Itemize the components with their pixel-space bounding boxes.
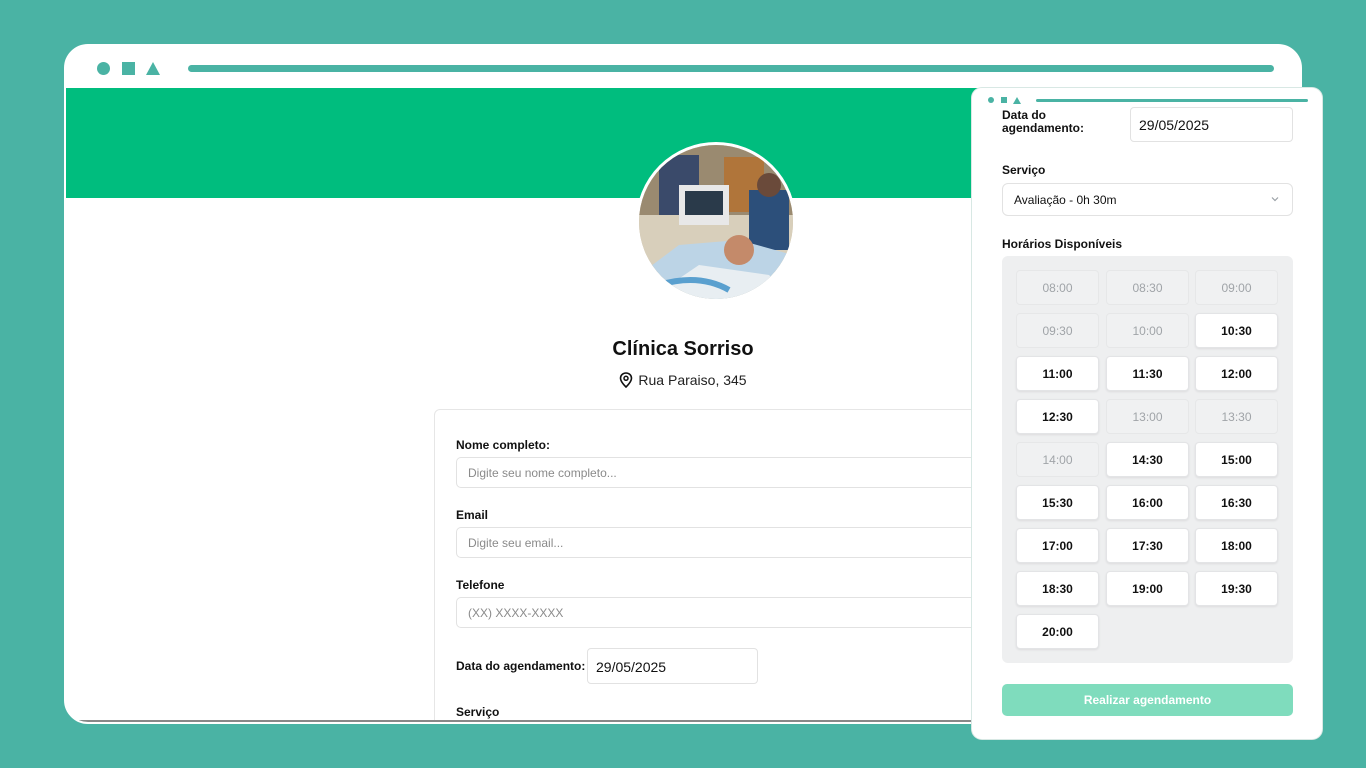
service-select[interactable]: Avaliação - 0h 30m <box>1002 183 1293 216</box>
square-icon <box>122 62 135 75</box>
email-label: Email <box>456 508 489 522</box>
time-slot-button[interactable]: 16:30 <box>1195 485 1278 520</box>
phone-label: Telefone <box>456 578 505 592</box>
circle-icon <box>97 62 110 75</box>
booking-panel-window: Data do agendamento: 29/05/2025 Serviço … <box>972 88 1322 739</box>
slots-label: Horários Disponíveis <box>1002 237 1123 251</box>
time-slot-button[interactable]: 12:30 <box>1016 399 1099 434</box>
date-label: Data do agendamento: <box>456 659 586 673</box>
panel-date-input[interactable]: 29/05/2025 <box>1130 107 1293 142</box>
circle-icon <box>988 97 994 103</box>
time-slot-button[interactable]: 15:30 <box>1016 485 1099 520</box>
triangle-icon <box>1013 97 1021 104</box>
chevron-down-icon <box>1270 193 1280 207</box>
location-pin-icon <box>619 372 633 391</box>
time-slot-button: 13:00 <box>1106 399 1189 434</box>
time-slot-button: 08:00 <box>1016 270 1099 305</box>
time-slot-button[interactable]: 18:30 <box>1016 571 1099 606</box>
time-slot-button[interactable]: 20:00 <box>1016 614 1099 649</box>
panel-service-label: Serviço <box>1002 163 1046 177</box>
time-slot-button[interactable]: 18:00 <box>1195 528 1278 563</box>
service-select-value: Avaliação - 0h 30m <box>1014 193 1117 207</box>
time-slot-button[interactable]: 12:00 <box>1195 356 1278 391</box>
panel-date-label: Data do agendamento: <box>1002 108 1085 135</box>
date-input[interactable]: 29/05/2025 <box>587 648 758 684</box>
time-slot-button: 13:30 <box>1195 399 1278 434</box>
name-label: Nome completo: <box>456 438 551 452</box>
email-input[interactable]: Digite seu email... <box>456 527 1016 558</box>
time-slot-button[interactable]: 19:00 <box>1106 571 1189 606</box>
phone-input[interactable]: (XX) XXXX-XXXX <box>456 597 1016 628</box>
time-slot-button: 09:00 <box>1195 270 1278 305</box>
time-slot-button: 10:00 <box>1106 313 1189 348</box>
time-slot-button[interactable]: 10:30 <box>1195 313 1278 348</box>
time-slot-button[interactable]: 17:00 <box>1016 528 1099 563</box>
time-slot-button[interactable]: 14:30 <box>1106 442 1189 477</box>
time-slot-button: 08:30 <box>1106 270 1189 305</box>
address-bar[interactable] <box>1036 99 1308 102</box>
time-slots-grid: 08:00 08:30 09:00 09:30 10:00 10:30 11:00 11:30… <box>1002 256 1293 663</box>
clinic-photo <box>636 142 796 302</box>
triangle-icon <box>146 62 160 75</box>
address-text: Rua Paraiso, 345 <box>638 372 747 388</box>
time-slot-button: 09:30 <box>1016 313 1099 348</box>
window-chrome <box>66 46 1300 88</box>
address-bar[interactable] <box>188 65 1274 72</box>
name-input[interactable]: Digite seu nome completo... <box>456 457 1016 488</box>
service-label: Serviço <box>456 705 500 719</box>
time-slot-button[interactable]: 19:30 <box>1195 571 1278 606</box>
time-slot-button: 14:00 <box>1016 442 1099 477</box>
time-slot-button[interactable]: 11:30 <box>1106 356 1189 391</box>
time-slot-button[interactable]: 11:00 <box>1016 356 1099 391</box>
dentist-photo-illustration <box>639 145 793 299</box>
time-slot-button[interactable]: 16:00 <box>1106 485 1189 520</box>
time-slot-button[interactable]: 17:30 <box>1106 528 1189 563</box>
submit-booking-button[interactable]: Realizar agendamento <box>1002 684 1293 716</box>
booking-form: Nome completo: Digite seu nome completo.… <box>434 409 1034 722</box>
square-icon <box>1001 97 1007 103</box>
time-slot-button[interactable]: 15:00 <box>1195 442 1278 477</box>
